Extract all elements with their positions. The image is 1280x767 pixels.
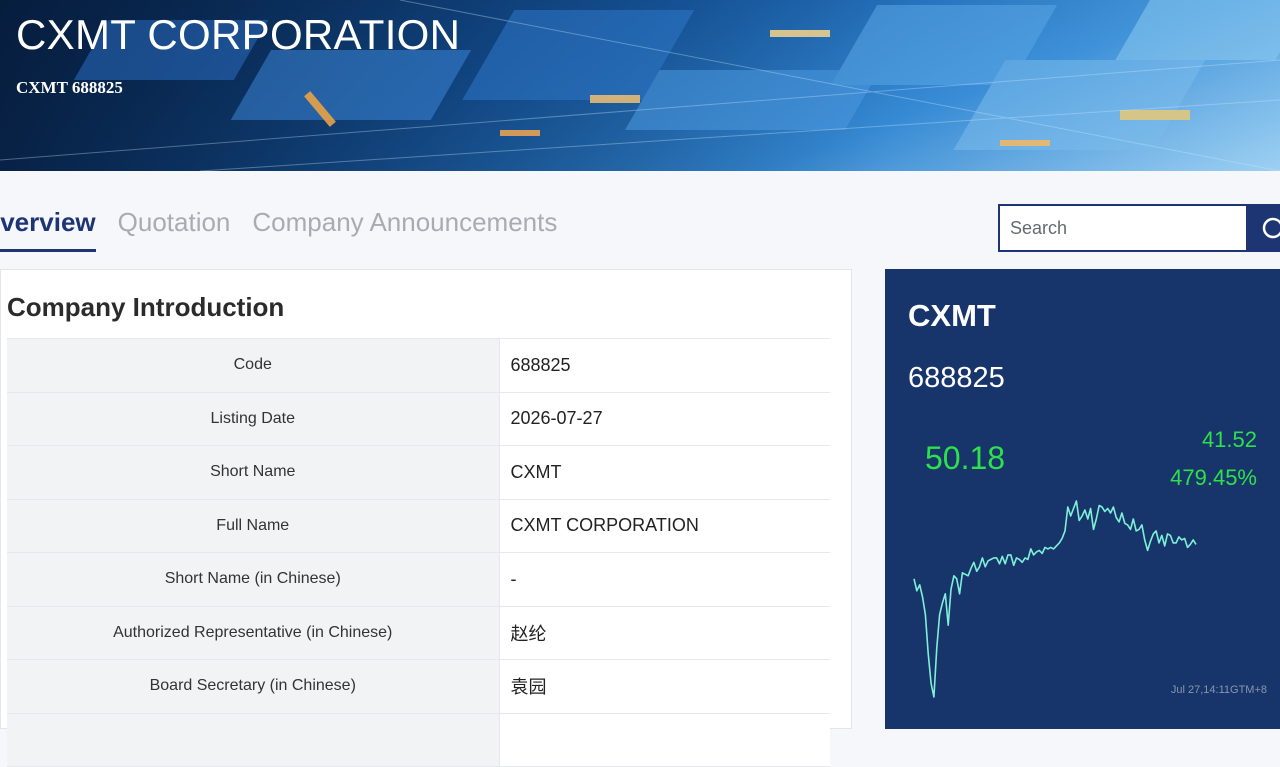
company-title: CXMT CORPORATION	[16, 11, 461, 58]
row-value: -	[498, 552, 830, 607]
row-value: CXMT CORPORATION	[498, 498, 830, 553]
row-value: CXMT	[498, 445, 830, 500]
table-row: Short Name (in Chinese) -	[7, 552, 830, 607]
search-button[interactable]	[1248, 204, 1280, 252]
row-label: Listing Date	[7, 391, 499, 446]
row-value: 袁园	[498, 659, 830, 714]
hero-banner: CXMT CORPORATION CXMT 688825	[0, 0, 1280, 171]
row-value	[498, 712, 830, 767]
search-input[interactable]	[998, 204, 1248, 252]
company-introduction-card: Company Introduction Code 688825 Listing…	[0, 269, 852, 767]
stock-quote-card: CXMT 688825 50.18 41.52 479.45% Jul 27,1…	[885, 269, 1280, 729]
intraday-price-chart	[913, 500, 1197, 698]
table-row: Short Name CXMT	[7, 445, 830, 500]
row-label: Code	[7, 338, 499, 393]
row-label: Board Secretary (in Chinese)	[7, 659, 499, 714]
tab-company-announcements[interactable]: Company Announcements	[252, 200, 557, 252]
table-row: Authorized Representative (in Chinese) 赵…	[7, 605, 830, 660]
row-label: Short Name	[7, 445, 499, 500]
tab-overview[interactable]: Overview	[0, 200, 96, 252]
row-value: 赵纶	[498, 605, 830, 660]
tab-bar: Overview Quotation Company Announcements	[0, 200, 579, 254]
search-bar	[998, 204, 1280, 252]
table-row	[7, 712, 830, 767]
row-value: 688825	[498, 338, 830, 393]
row-value: 2026-07-27	[498, 391, 830, 446]
row-label: Short Name (in Chinese)	[7, 552, 499, 607]
table-row: Full Name CXMT CORPORATION	[7, 498, 830, 553]
company-info-table: Code 688825 Listing Date 2026-07-27 Shor…	[7, 338, 830, 767]
row-label	[7, 712, 499, 767]
row-label: Authorized Representative (in Chinese)	[7, 605, 499, 660]
tab-quotation[interactable]: Quotation	[118, 200, 231, 252]
table-row: Listing Date 2026-07-27	[7, 391, 830, 446]
row-label: Full Name	[7, 498, 499, 553]
table-row: Board Secretary (in Chinese) 袁园	[7, 659, 830, 714]
search-icon	[1262, 217, 1280, 239]
company-subtitle: CXMT 688825	[16, 78, 123, 97]
section-title: Company Introduction	[7, 292, 285, 322]
quote-timestamp: Jul 27,14:11GTM+8	[1170, 684, 1267, 696]
price-line-series	[913, 500, 1197, 698]
table-row: Code 688825	[7, 338, 830, 393]
